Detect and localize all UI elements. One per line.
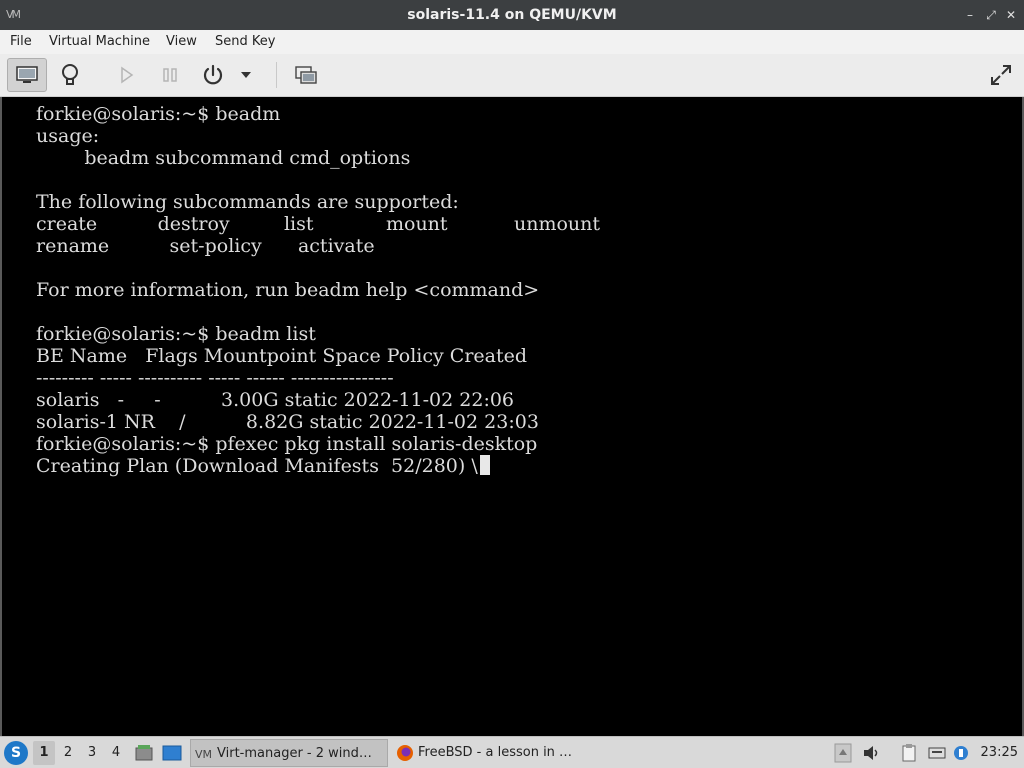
menu-virtual-machine[interactable]: Virtual Machine <box>49 30 150 54</box>
run-button[interactable] <box>106 58 146 92</box>
tray-up-arrow-icon[interactable] <box>834 743 852 763</box>
lightbulb-icon <box>62 64 78 85</box>
terminal-output: forkie@solaris:~$ beadm usage: beadm sub… <box>36 103 600 477</box>
menubar: File Virtual Machine View Send Key <box>0 30 1024 55</box>
desktop-icon[interactable] <box>162 743 182 763</box>
toolbar-separator <box>276 62 277 88</box>
workspace-2[interactable]: 2 <box>57 741 79 765</box>
workspace-3[interactable]: 3 <box>81 741 103 765</box>
file-manager-icon[interactable] <box>134 743 154 763</box>
snapshots-button[interactable] <box>286 58 326 92</box>
close-button[interactable]: ✕ <box>1003 6 1019 24</box>
play-icon <box>121 66 134 84</box>
snapshots-icon <box>295 66 317 84</box>
terminal-line: beadm subcommand cmd_options <box>36 147 411 169</box>
task-firefox[interactable]: FreeBSD - a lesson in … <box>392 739 588 767</box>
terminal-line: solaris - - 3.00G static 2022-11-02 22:0… <box>36 389 515 411</box>
details-view-button[interactable] <box>50 58 90 92</box>
monitor-icon <box>16 66 38 83</box>
restore-button[interactable]: ⤢ <box>983 6 999 24</box>
fullscreen-button[interactable] <box>981 58 1021 92</box>
terminal-line: For more information, run beadm help <co… <box>36 279 540 301</box>
toolbar <box>0 54 1024 97</box>
clock[interactable]: 23:25 <box>981 737 1018 768</box>
network-icon[interactable] <box>952 743 970 763</box>
firefox-icon <box>397 745 413 761</box>
pause-button[interactable] <box>150 58 190 92</box>
terminal-line: solaris-1 NR / 8.82G static 2022-11-02 2… <box>36 411 539 433</box>
volume-icon[interactable] <box>862 743 880 763</box>
clipboard-icon[interactable] <box>900 743 918 763</box>
terminal-line: create destroy list mount unmount <box>36 213 601 235</box>
svg-text:VM: VM <box>195 748 212 761</box>
terminal-line: The following subcommands are supported: <box>36 191 459 213</box>
menu-view[interactable]: View <box>166 30 197 54</box>
keyboard-icon[interactable] <box>928 743 946 763</box>
fullscreen-icon <box>991 65 1011 85</box>
terminal-line: forkie@solaris:~$ pfexec pkg install sol… <box>36 433 538 455</box>
menu-file[interactable]: File <box>10 30 32 54</box>
start-menu-button[interactable]: S <box>4 741 28 765</box>
task-label: Virt-manager - 2 wind… <box>217 746 372 761</box>
terminal-line: forkie@solaris:~$ beadm list <box>36 323 316 345</box>
workspace-1[interactable]: 1 <box>33 741 55 765</box>
terminal-line: forkie@solaris:~$ beadm <box>36 103 281 125</box>
chevron-down-icon <box>241 72 251 78</box>
shutdown-button[interactable] <box>193 58 233 92</box>
terminal-line: usage: <box>36 125 100 147</box>
taskbar: S 1 2 3 4 VM Virt-manager - 2 wind… Free… <box>0 736 1024 768</box>
console-view-button[interactable] <box>7 58 47 92</box>
terminal-line: --------- ----- ---------- ----- ------ … <box>36 367 394 389</box>
vm-console[interactable]: forkie@solaris:~$ beadm usage: beadm sub… <box>0 97 1024 736</box>
pause-icon <box>163 68 177 82</box>
workspace-4[interactable]: 4 <box>105 741 127 765</box>
terminal-cursor <box>479 455 490 475</box>
terminal-line: rename set-policy activate <box>36 235 375 257</box>
virt-manager-icon: VM <box>195 748 212 761</box>
task-virt-manager[interactable]: VM Virt-manager - 2 wind… <box>190 739 388 767</box>
shutdown-menu-button[interactable] <box>232 58 260 92</box>
window-titlebar[interactable]: VM solaris-11.4 on QEMU/KVM – ⤢ ✕ <box>0 0 1024 30</box>
terminal-line: BE Name Flags Mountpoint Space Policy Cr… <box>36 345 528 367</box>
power-icon <box>203 64 223 85</box>
task-label: FreeBSD - a lesson in … <box>418 745 573 760</box>
window-title: solaris-11.4 on QEMU/KVM <box>407 7 617 23</box>
minimize-button[interactable]: – <box>962 6 978 24</box>
terminal-line: Creating Plan (Download Manifests 52/280… <box>36 455 478 477</box>
menu-send-key[interactable]: Send Key <box>215 30 275 54</box>
